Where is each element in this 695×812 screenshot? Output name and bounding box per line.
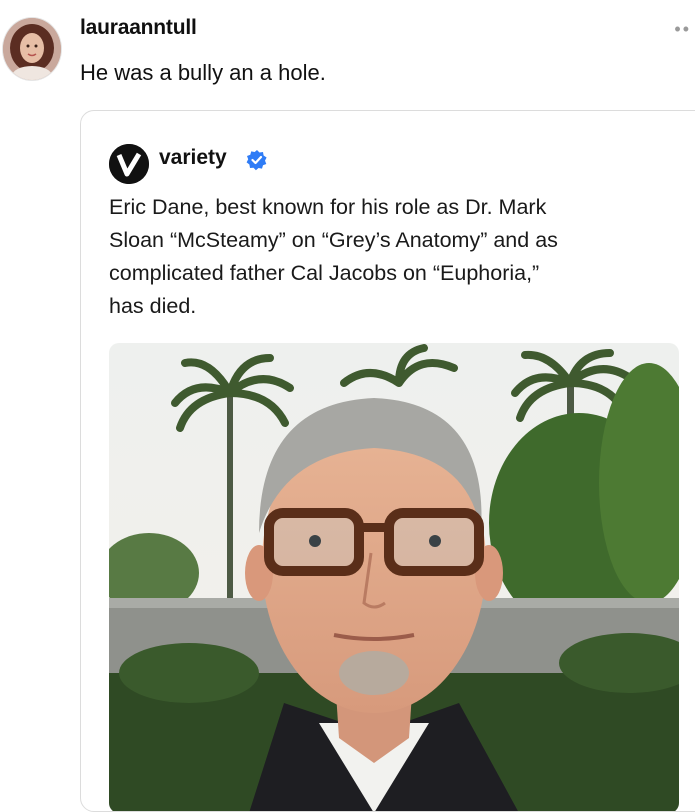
variety-logo-avatar[interactable] [109,144,149,184]
quoted-post-card[interactable]: variety Eric Dane, best known for his ro… [80,110,695,812]
quoted-text-line: complicated father Cal Jacobs on “Euphor… [109,261,540,285]
quoted-text-line: Eric Dane, best known for his role as Dr… [109,195,547,219]
verified-badge-icon [246,149,268,171]
quoted-post-text: Eric Dane, best known for his role as Dr… [109,191,669,323]
quoted-text-line: has died. [109,294,197,318]
quoted-text-line: Sloan “McSteamy” on “Grey’s Anatomy” and… [109,228,558,252]
post-text: He was a bully an a hole. [80,60,326,85]
more-options-icon[interactable]: •• [674,20,691,38]
quoted-username[interactable]: variety [159,146,227,170]
quoted-post-image[interactable] [109,343,679,811]
author-avatar[interactable] [3,18,61,80]
author-username[interactable]: lauraanntull [80,16,197,40]
